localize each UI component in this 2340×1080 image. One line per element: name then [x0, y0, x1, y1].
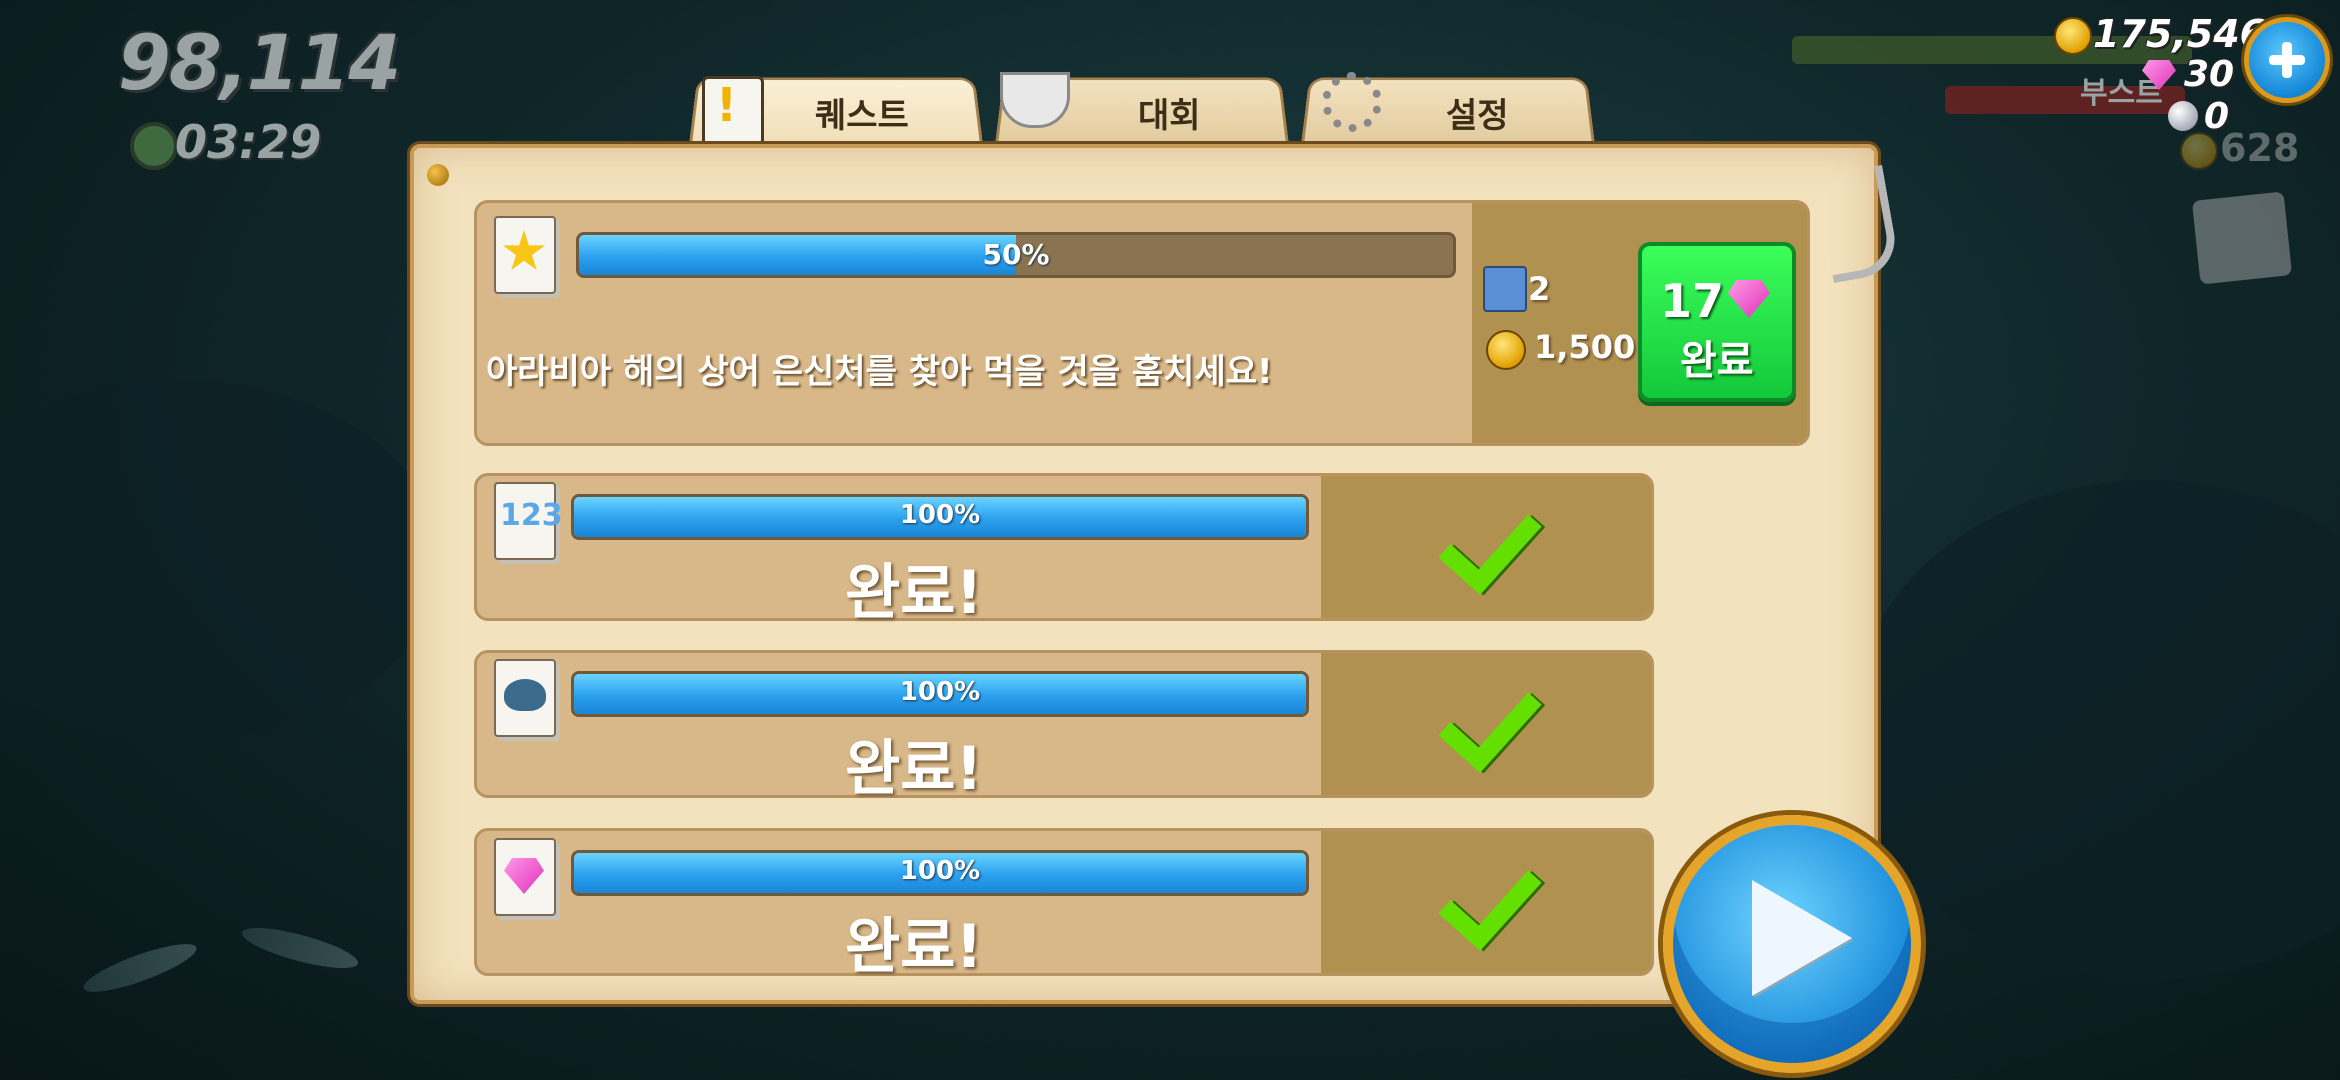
- score: 98,114: [118, 18, 401, 107]
- reward-map-count: 2: [1528, 270, 1551, 308]
- tab-quests-label: 퀘스트: [815, 96, 909, 136]
- complete-quest-button[interactable]: 17 완료: [1638, 242, 1796, 402]
- completed-quest-progress-bar: 100%: [571, 494, 1309, 540]
- map-scroll-icon: [1483, 266, 1527, 312]
- gears-icon: [1322, 72, 1382, 132]
- coin-icon: [2054, 17, 2092, 55]
- dim-coin-counter: 628: [2220, 126, 2300, 170]
- active-quest-description: 아라비아 해의 상어 은신처를 찾아 먹을 것을 훔치세요!: [486, 352, 1273, 392]
- exclamation-icon: !: [716, 78, 737, 132]
- play-arrow-icon: [1752, 880, 1852, 996]
- numbers-icon: 123: [494, 482, 563, 560]
- stopwatch-icon: [130, 122, 178, 170]
- coin-icon: [2180, 132, 2218, 170]
- gem-balance: 30: [2184, 54, 2235, 95]
- completed-status: 완료!: [845, 734, 983, 804]
- completed-quest-progress-bar: 100%: [571, 671, 1309, 717]
- add-currency-button[interactable]: [2244, 17, 2330, 103]
- coin-balance: 175,546: [2093, 12, 2267, 56]
- gems-icon: [494, 838, 556, 916]
- tab-settings-label: 설정: [1446, 96, 1509, 136]
- timer: 03:29: [175, 115, 322, 169]
- nail-icon: [427, 164, 449, 186]
- gem-icon: [1728, 280, 1770, 318]
- completed-status: 완료!: [845, 912, 983, 982]
- active-quest-progress-bar: 50%: [576, 232, 1456, 278]
- reward-coin-amount: 1,500: [1534, 328, 1636, 366]
- reward-coin-icon: [1486, 330, 1526, 370]
- background-rock: [0, 380, 440, 740]
- active-quest-progress-label: 50%: [982, 238, 1050, 271]
- completed-quest-progress-bar: 100%: [571, 850, 1309, 896]
- pearl-icon: [2168, 101, 2198, 131]
- treasure-map-icon[interactable]: [2191, 191, 2293, 285]
- trophy-icon: [1000, 72, 1070, 128]
- completed-status: 완료!: [845, 558, 983, 628]
- completed-quest-progress-label: 100%: [899, 500, 981, 530]
- background-fish: [79, 935, 201, 1001]
- background-rock: [1850, 480, 2340, 980]
- shark-icon: [494, 659, 556, 737]
- complete-label: 완료: [1680, 338, 1754, 384]
- starfish-icon: [494, 216, 556, 294]
- completed-quest-progress-label: 100%: [899, 856, 981, 886]
- background-fish: [238, 919, 362, 977]
- completed-quest-progress-label: 100%: [899, 677, 981, 707]
- tab-tournament-label: 대회: [1138, 96, 1201, 136]
- complete-cost: 17: [1660, 274, 1725, 328]
